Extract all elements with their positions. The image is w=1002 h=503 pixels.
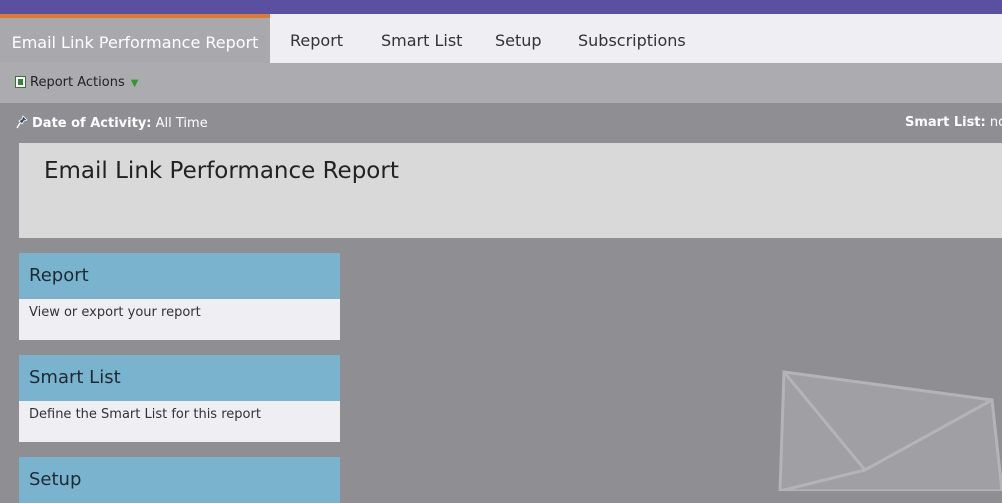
date-of-activity-label: Date of Activity: [32,116,152,131]
setup-card[interactable]: Setup [19,457,340,503]
report-card-title: Report [19,253,340,299]
smart-list-card[interactable]: Smart List Define the Smart List for thi… [19,355,340,442]
report-actions-menu[interactable]: Report Actions ▼ [15,75,138,90]
smart-list-filter[interactable]: Smart List: no r [905,115,1002,130]
tab-subscriptions[interactable]: Subscriptions [578,14,686,63]
title-panel: Email Link Performance Report [19,143,1002,238]
smart-list-card-title: Smart List [19,355,340,401]
top-brand-bar [0,0,1002,14]
date-of-activity-value: All Time [155,116,208,131]
report-actions-label: Report Actions [30,75,125,90]
tab-email-link-performance-report[interactable]: Email Link Performance Report [0,14,270,63]
tab-smart-list[interactable]: Smart List [381,14,462,63]
setup-card-title: Setup [19,457,340,503]
tab-setup[interactable]: Setup [495,14,542,63]
report-card[interactable]: Report View or export your report [19,253,340,340]
action-bar: Report Actions ▼ [0,63,1002,103]
pushpin-icon [16,115,28,129]
date-of-activity-filter[interactable]: Date of Activity: All Time [16,115,208,131]
filter-bar: Date of Activity: All Time Smart List: n… [0,103,1002,143]
envelope-watermark-icon [778,370,1002,491]
page-title: Email Link Performance Report [44,158,399,184]
smart-list-label: Smart List: [905,115,986,130]
smart-list-card-description: Define the Smart List for this report [19,401,340,442]
smart-list-value: no r [989,115,1002,130]
tab-report[interactable]: Report [290,14,343,63]
tab-bar: Email Link Performance Report Report Sma… [0,14,1002,63]
dropdown-arrow-icon: ▼ [130,78,139,89]
report-card-description: View or export your report [19,299,340,340]
report-icon [15,76,26,88]
